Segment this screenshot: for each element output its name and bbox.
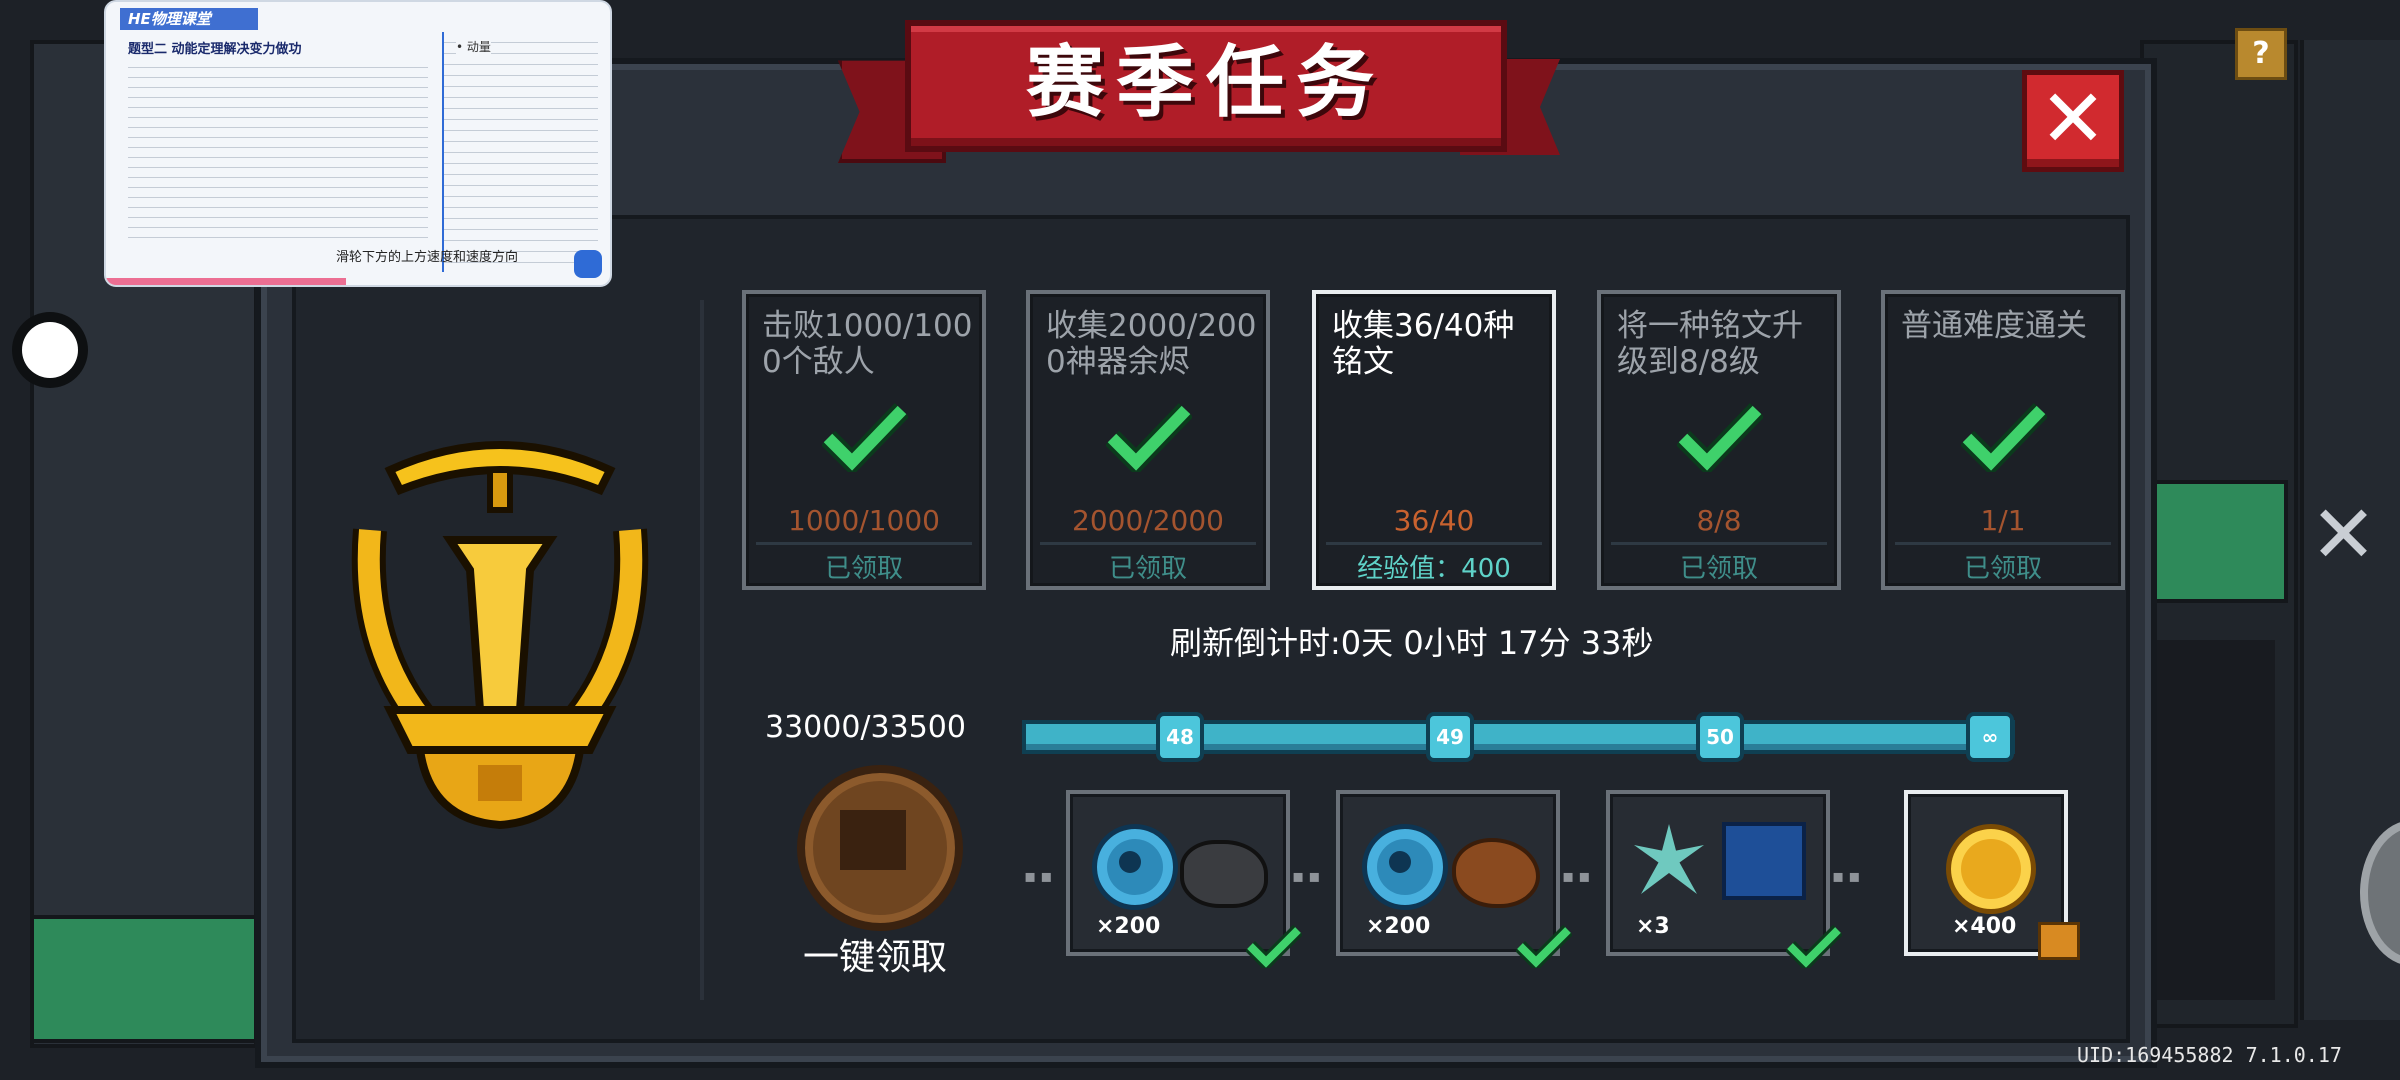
gift-icon xyxy=(840,810,906,870)
level-marker: 48 xyxy=(1156,712,1204,762)
overlay-caption: 滑轮下方的上方速度和速度方向 xyxy=(336,250,519,265)
help-icon[interactable]: ? xyxy=(2235,28,2287,80)
lock-icon xyxy=(2038,922,2080,960)
connector: ▪▪ xyxy=(1562,866,1594,887)
task-title: 击败1000/1000个敌人 xyxy=(762,308,973,380)
task-progress: 1/1 xyxy=(1980,504,2026,537)
task-card[interactable]: 将一种铭文升级到8/8级 8/8 已领取 xyxy=(1597,290,1841,590)
divider xyxy=(1611,542,1827,545)
divider xyxy=(1326,542,1542,545)
connector: ▪▪ xyxy=(1292,866,1324,887)
level-marker: 50 xyxy=(1696,712,1744,762)
reward-slot[interactable]: ×3 xyxy=(1606,790,1842,968)
page-title: 赛季任务 xyxy=(1025,38,1386,128)
check-icon xyxy=(1516,925,1572,968)
task-title: 将一种铭文升级到8/8级 xyxy=(1617,308,1803,380)
uid-version-label: UID:169455882 7.1.0.17 xyxy=(2077,1043,2342,1067)
reward-slot-locked[interactable]: ×400 xyxy=(1904,790,2080,960)
overlay-progress-bar xyxy=(106,278,346,285)
task-progress: 2000/2000 xyxy=(1072,504,1224,537)
overlay-text-body xyxy=(128,58,428,238)
divider xyxy=(1895,542,2111,545)
gold-coin-icon xyxy=(1946,824,2036,914)
close-button[interactable]: ✕ xyxy=(2022,70,2124,172)
level-marker: ∞ xyxy=(1966,712,2014,762)
background-green-button[interactable] xyxy=(2145,480,2288,603)
edit-icon[interactable] xyxy=(574,250,602,278)
reward-slot[interactable]: ×200 xyxy=(1336,790,1572,968)
task-card[interactable]: 收集2000/2000神器余烬 2000/2000 已领取 xyxy=(1026,290,1270,590)
overlay-heading: 题型二 动能定理解决变力做功 xyxy=(128,42,302,57)
overlay-side-notes xyxy=(442,32,598,272)
task-card-active[interactable]: 收集36/40种铭文 36/40 经验值：400 xyxy=(1312,290,1556,590)
reward-slot[interactable]: ×200 xyxy=(1066,790,1302,968)
background-green-tile xyxy=(30,915,258,1043)
check-icon xyxy=(1961,403,2047,472)
background-close-icon[interactable]: ✕ xyxy=(2310,495,2377,575)
task-progress: 8/8 xyxy=(1696,504,1742,537)
ore-icon xyxy=(1180,840,1268,908)
check-icon xyxy=(1677,403,1763,472)
blueprint-icon xyxy=(1722,822,1806,900)
connector: ▪▪ xyxy=(1832,866,1864,887)
reward-count: ×400 xyxy=(1952,914,2017,939)
task-status: 已领取 xyxy=(824,554,903,584)
season-xp-counter: 33000/33500 xyxy=(765,710,966,745)
check-icon xyxy=(1786,925,1842,968)
reward-count: ×200 xyxy=(1366,914,1431,939)
reward-count: ×3 xyxy=(1636,914,1670,939)
task-card[interactable]: 击败1000/1000个敌人 1000/1000 已领取 xyxy=(742,290,986,590)
task-status: 已领取 xyxy=(1108,554,1187,584)
check-icon xyxy=(822,403,908,472)
task-progress: 36/40 xyxy=(1393,504,1475,537)
reward-count: ×200 xyxy=(1096,914,1161,939)
check-icon xyxy=(1106,403,1192,472)
task-card[interactable]: 普通难度通关 1/1 已领取 xyxy=(1881,290,2125,590)
divider xyxy=(1040,542,1256,545)
task-progress: 1000/1000 xyxy=(788,504,940,537)
season-trophy-icon xyxy=(351,441,649,830)
task-reward-xp: 经验值：400 xyxy=(1357,554,1511,584)
video-overlay-window[interactable]: HE物理课堂 题型二 动能定理解决变力做功 • 动量 滑轮下方的上方速度和速度方… xyxy=(104,0,612,287)
meat-icon xyxy=(1452,838,1540,908)
task-status: 已领取 xyxy=(1963,554,2042,584)
refresh-countdown: 刷新倒计时:0天 0小时 17分 33秒 xyxy=(1170,624,1654,662)
divider xyxy=(756,542,972,545)
claim-all-label[interactable]: 一键领取 xyxy=(790,928,960,980)
task-status: 已领取 xyxy=(1679,554,1758,584)
blue-gem-icon xyxy=(1362,824,1448,910)
blue-gem-icon xyxy=(1092,824,1178,910)
task-title: 普通难度通关 xyxy=(1901,308,2087,344)
crystal-icon xyxy=(1634,824,1704,894)
floating-dot-button[interactable] xyxy=(22,322,78,378)
level-marker: 49 xyxy=(1426,712,1474,762)
task-title: 收集2000/2000神器余烬 xyxy=(1046,308,1257,380)
background-right-dark xyxy=(2150,640,2275,1000)
connector: ▪▪ xyxy=(1024,866,1056,887)
overlay-header: HE物理课堂 xyxy=(120,8,258,30)
overlay-side-heading: • 动量 xyxy=(456,38,491,55)
task-title: 收集36/40种铭文 xyxy=(1332,308,1515,380)
check-icon xyxy=(1246,925,1302,968)
left-divider xyxy=(700,300,704,1000)
